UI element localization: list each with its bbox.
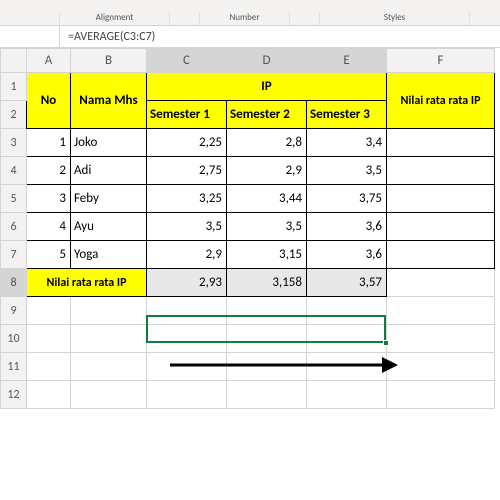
cell[interactable]: 2 xyxy=(27,157,71,185)
row-2[interactable]: 2 xyxy=(1,101,27,129)
col-E[interactable]: E xyxy=(307,49,387,73)
cell[interactable]: Joko xyxy=(71,129,147,157)
select-all[interactable] xyxy=(1,49,27,73)
cell[interactable] xyxy=(307,325,387,353)
col-C[interactable]: C xyxy=(147,49,227,73)
cell[interactable] xyxy=(387,353,495,381)
cell[interactable] xyxy=(387,325,495,353)
cell[interactable]: Yoga xyxy=(71,241,147,269)
cell[interactable]: 1 xyxy=(27,129,71,157)
row-12[interactable]: 12 xyxy=(1,381,27,409)
cell[interactable]: 3,25 xyxy=(147,185,227,213)
cell[interactable] xyxy=(71,297,147,325)
ribbon-group-alignment: Alignment xyxy=(96,12,134,23)
cell[interactable]: 3,4 xyxy=(307,129,387,157)
cell[interactable]: 3,75 xyxy=(307,185,387,213)
cell[interactable] xyxy=(71,353,147,381)
formula-bar: =AVERAGE(C3:C7) xyxy=(0,26,500,48)
cell[interactable] xyxy=(387,185,495,213)
cell[interactable]: 3,6 xyxy=(307,213,387,241)
cell[interactable] xyxy=(27,353,71,381)
grid[interactable]: A B C D E F 1 No Nama Mhs IP Nilai rata … xyxy=(0,48,495,409)
cell[interactable]: 2,75 xyxy=(147,157,227,185)
cell[interactable]: Adi xyxy=(71,157,147,185)
row-11[interactable]: 11 xyxy=(1,353,27,381)
row-7[interactable]: 7 xyxy=(1,241,27,269)
cell[interactable] xyxy=(147,325,227,353)
cell[interactable] xyxy=(227,381,307,409)
header-nama[interactable]: Nama Mhs xyxy=(71,73,147,129)
row-3[interactable]: 3 xyxy=(1,129,27,157)
cell[interactable] xyxy=(307,353,387,381)
cell[interactable] xyxy=(227,325,307,353)
cell[interactable]: 3,6 xyxy=(307,241,387,269)
row-9[interactable]: 9 xyxy=(1,297,27,325)
cell[interactable]: Ayu xyxy=(71,213,147,241)
cell[interactable]: 3,44 xyxy=(227,185,307,213)
cell[interactable] xyxy=(27,325,71,353)
name-box[interactable] xyxy=(0,26,60,47)
header-nilai[interactable]: Nilai rata rata IP xyxy=(387,73,495,129)
spreadsheet: A B C D E F 1 No Nama Mhs IP Nilai rata … xyxy=(0,48,500,409)
cell[interactable] xyxy=(387,157,495,185)
row-8[interactable]: 8 xyxy=(1,269,27,297)
cell[interactable] xyxy=(147,381,227,409)
col-B[interactable]: B xyxy=(71,49,147,73)
row-6[interactable]: 6 xyxy=(1,213,27,241)
cell[interactable]: 3,5 xyxy=(147,213,227,241)
cell[interactable] xyxy=(147,297,227,325)
formula-input[interactable]: =AVERAGE(C3:C7) xyxy=(60,30,155,44)
ribbon: Alignment Number Styles xyxy=(0,0,500,26)
cell[interactable]: 5 xyxy=(27,241,71,269)
ribbon-group-styles: Styles xyxy=(384,12,405,23)
cell[interactable]: 3,5 xyxy=(307,157,387,185)
row-5[interactable]: 5 xyxy=(1,185,27,213)
cell[interactable] xyxy=(387,129,495,157)
row-4[interactable]: 4 xyxy=(1,157,27,185)
col-F[interactable]: F xyxy=(387,49,495,73)
cell[interactable]: 2,9 xyxy=(147,241,227,269)
cell[interactable] xyxy=(307,297,387,325)
cell[interactable] xyxy=(307,381,387,409)
cell[interactable] xyxy=(227,297,307,325)
cell[interactable] xyxy=(27,381,71,409)
cell[interactable] xyxy=(71,381,147,409)
cell-avg-s2[interactable]: 3,158 xyxy=(227,269,307,297)
cell[interactable] xyxy=(387,297,495,325)
cell[interactable]: 3,15 xyxy=(227,241,307,269)
cell[interactable] xyxy=(387,381,495,409)
header-sem1[interactable]: Semester 1 xyxy=(147,101,227,129)
cell-avg-s1[interactable]: 2,93 xyxy=(147,269,227,297)
cell[interactable] xyxy=(147,353,227,381)
cell[interactable] xyxy=(71,325,147,353)
header-sem2[interactable]: Semester 2 xyxy=(227,101,307,129)
cell[interactable] xyxy=(387,213,495,241)
cell[interactable]: 3 xyxy=(27,185,71,213)
cell[interactable]: 2,8 xyxy=(227,129,307,157)
cell[interactable]: 2,25 xyxy=(147,129,227,157)
cell[interactable] xyxy=(387,241,495,269)
fill-handle[interactable] xyxy=(383,340,389,346)
col-D[interactable]: D xyxy=(227,49,307,73)
col-A[interactable]: A xyxy=(27,49,71,73)
cell[interactable]: 2,9 xyxy=(227,157,307,185)
cell[interactable]: 3,5 xyxy=(227,213,307,241)
cell[interactable]: 4 xyxy=(27,213,71,241)
cell[interactable]: Feby xyxy=(71,185,147,213)
cell-avg-s3[interactable]: 3,57 xyxy=(307,269,387,297)
header-sem3[interactable]: Semester 3 xyxy=(307,101,387,129)
ribbon-group-number: Number xyxy=(229,12,259,23)
header-ip[interactable]: IP xyxy=(147,73,387,101)
cell[interactable] xyxy=(387,269,495,297)
cell[interactable] xyxy=(227,353,307,381)
row-10[interactable]: 10 xyxy=(1,325,27,353)
cell[interactable] xyxy=(27,297,71,325)
row-1[interactable]: 1 xyxy=(1,73,27,101)
header-no[interactable]: No xyxy=(27,73,71,129)
avg-label[interactable]: Nilai rata rata IP xyxy=(27,269,147,297)
